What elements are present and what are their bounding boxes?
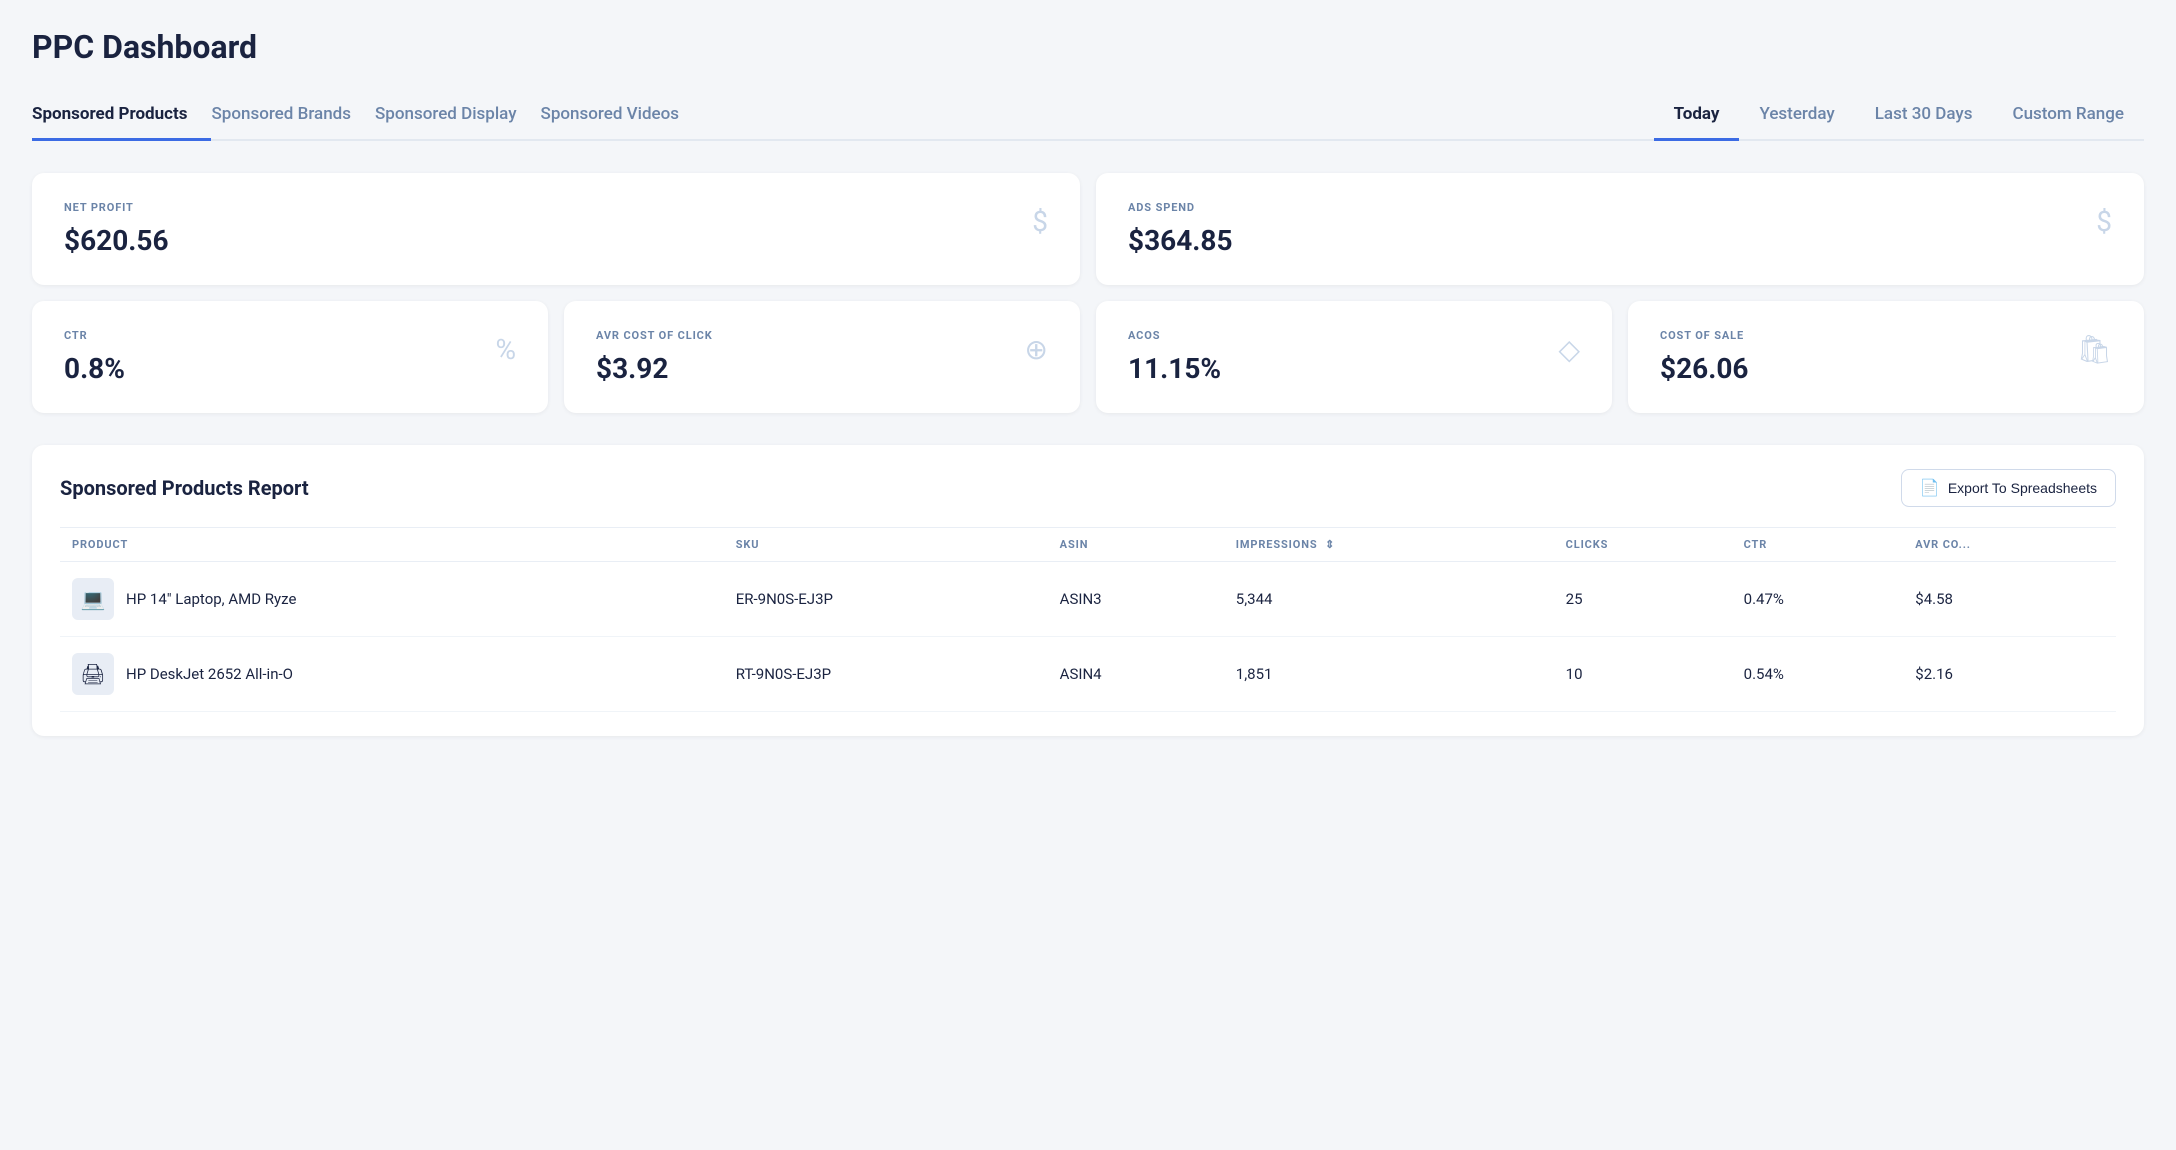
- col-header-avr-cost: AVR CO...: [1903, 528, 2116, 562]
- table-row: 🖨 HP DeskJet 2652 All-in-O RT-9N0S-EJ3P …: [60, 637, 2116, 712]
- tab-last-30-days[interactable]: Last 30 Days: [1855, 90, 1993, 141]
- metric-card-ads-spend: ADS SPEND $364.85 $: [1096, 173, 2144, 285]
- tab-sponsored-display[interactable]: Sponsored Display: [375, 90, 541, 141]
- clicks-cell-1: 25: [1554, 562, 1732, 637]
- tab-yesterday[interactable]: Yesterday: [1739, 90, 1854, 141]
- tabs-right: Today Yesterday Last 30 Days Custom Rang…: [1654, 90, 2144, 139]
- metric-label-ctr: CTR: [64, 329, 125, 342]
- avr-cost-cell-1: $4.58: [1903, 562, 2116, 637]
- table-row: 💻 HP 14" Laptop, AMD Ryze ER-9N0S-EJ3P A…: [60, 562, 2116, 637]
- avr-cost-cell-2: $2.16: [1903, 637, 2116, 712]
- metric-label-net-profit: NET PROFIT: [64, 201, 169, 214]
- report-table: PRODUCT SKU ASIN IMPRESSIONS ⇕ CLICKS CT…: [60, 527, 2116, 712]
- metric-label-acos: ACOS: [1128, 329, 1221, 342]
- sku-cell-1: ER-9N0S-EJ3P: [724, 562, 1048, 637]
- product-name-2: HP DeskJet 2652 All-in-O: [126, 665, 293, 683]
- export-icon: 📄: [1920, 478, 1940, 498]
- export-button-label: Export To Spreadsheets: [1948, 480, 2097, 496]
- product-image-1: 💻: [72, 578, 114, 620]
- tabs-left: Sponsored Products Sponsored Brands Spon…: [32, 90, 703, 139]
- report-title: Sponsored Products Report: [60, 476, 309, 500]
- metric-value-cost-of-sale: $26.06: [1660, 352, 1748, 385]
- report-section: Sponsored Products Report 📄 Export To Sp…: [32, 445, 2144, 736]
- metrics-top: NET PROFIT $620.56 $ ADS SPEND $364.85 $: [32, 173, 2144, 285]
- percent-icon: %: [495, 333, 516, 366]
- metrics-bottom: CTR 0.8% % AVR COST OF CLICK $3.92 ⊕ ACO…: [32, 301, 2144, 413]
- product-name-1: HP 14" Laptop, AMD Ryze: [126, 590, 296, 608]
- tag-icon: ◇: [1558, 333, 1580, 366]
- col-header-impressions[interactable]: IMPRESSIONS ⇕: [1224, 528, 1554, 562]
- metric-card-ctr: CTR 0.8% %: [32, 301, 548, 413]
- tab-sponsored-videos[interactable]: Sponsored Videos: [541, 90, 704, 141]
- col-header-product: PRODUCT: [60, 528, 724, 562]
- ctr-cell-1: 0.47%: [1732, 562, 1904, 637]
- tab-today[interactable]: Today: [1654, 90, 1740, 141]
- metric-value-acos: 11.15%: [1128, 352, 1221, 385]
- metric-label-cost-of-sale: COST OF SALE: [1660, 329, 1748, 342]
- tab-custom-range[interactable]: Custom Range: [1992, 90, 2144, 141]
- asin-cell-1: ASIN3: [1048, 562, 1224, 637]
- metric-label-ads-spend: ADS SPEND: [1128, 201, 1233, 214]
- tabs-row: Sponsored Products Sponsored Brands Spon…: [32, 90, 2144, 141]
- clicks-cell-2: 10: [1554, 637, 1732, 712]
- metric-card-avr-coc: AVR COST OF CLICK $3.92 ⊕: [564, 301, 1080, 413]
- dollar-icon-net-profit: $: [1032, 205, 1048, 238]
- report-header: Sponsored Products Report 📄 Export To Sp…: [60, 469, 2116, 507]
- export-to-spreadsheets-button[interactable]: 📄 Export To Spreadsheets: [1901, 469, 2116, 507]
- table-header-row: PRODUCT SKU ASIN IMPRESSIONS ⇕ CLICKS CT…: [60, 528, 2116, 562]
- bag-icon: 🛍: [2076, 333, 2112, 366]
- metric-value-avr-coc: $3.92: [596, 352, 713, 385]
- crosshair-icon: ⊕: [1025, 333, 1048, 366]
- dollar-icon-ads-spend: $: [2096, 205, 2112, 238]
- metric-card-cost-of-sale: COST OF SALE $26.06 🛍: [1628, 301, 2144, 413]
- col-header-asin: ASIN: [1048, 528, 1224, 562]
- ctr-cell-2: 0.54%: [1732, 637, 1904, 712]
- metric-value-net-profit: $620.56: [64, 224, 169, 257]
- metric-card-acos: ACOS 11.15% ◇: [1096, 301, 1612, 413]
- col-header-ctr: CTR: [1732, 528, 1904, 562]
- product-cell: 💻 HP 14" Laptop, AMD Ryze: [60, 562, 724, 637]
- product-cell: 🖨 HP DeskJet 2652 All-in-O: [60, 637, 724, 712]
- metric-value-ctr: 0.8%: [64, 352, 125, 385]
- impressions-cell-1: 5,344: [1224, 562, 1554, 637]
- asin-cell-2: ASIN4: [1048, 637, 1224, 712]
- metric-card-net-profit: NET PROFIT $620.56 $: [32, 173, 1080, 285]
- col-header-sku: SKU: [724, 528, 1048, 562]
- col-header-clicks: CLICKS: [1554, 528, 1732, 562]
- metric-label-avr-coc: AVR COST OF CLICK: [596, 329, 713, 342]
- page-title: PPC Dashboard: [32, 28, 2144, 66]
- sort-icon-impressions: ⇕: [1325, 538, 1335, 551]
- tab-sponsored-products[interactable]: Sponsored Products: [32, 90, 211, 141]
- tab-sponsored-brands[interactable]: Sponsored Brands: [211, 90, 375, 141]
- impressions-cell-2: 1,851: [1224, 637, 1554, 712]
- metric-value-ads-spend: $364.85: [1128, 224, 1233, 257]
- product-image-2: 🖨: [72, 653, 114, 695]
- sku-cell-2: RT-9N0S-EJ3P: [724, 637, 1048, 712]
